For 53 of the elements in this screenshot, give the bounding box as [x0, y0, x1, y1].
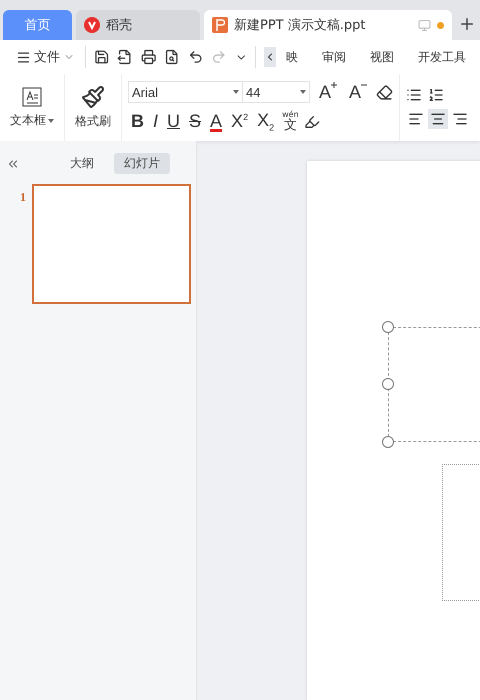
tab-label: 新建PPT 演示文稿.ppt — [234, 17, 366, 34]
undo-icon[interactable] — [188, 49, 204, 65]
print-preview-icon[interactable] — [164, 49, 180, 65]
ribbon-tab[interactable]: 开发工具 — [416, 46, 468, 68]
plus-icon — [331, 82, 338, 88]
slide-number: 1 — [20, 190, 26, 206]
eraser-icon[interactable] — [376, 84, 394, 100]
resize-handle[interactable] — [382, 378, 394, 390]
docer-logo-icon — [84, 17, 100, 33]
resize-handle[interactable] — [382, 436, 394, 448]
underline-button[interactable]: U — [164, 111, 184, 132]
presentation-file-icon — [212, 17, 228, 33]
export-icon[interactable] — [117, 49, 133, 65]
format-painter-button[interactable]: 格式刷 — [65, 85, 121, 130]
slide-thumbnail[interactable] — [32, 184, 191, 304]
tab-label: 稻壳 — [106, 17, 132, 34]
document-tab[interactable]: 新建PPT 演示文稿.ppt — [204, 10, 452, 40]
ribbon-tab[interactable]: 映 — [284, 46, 300, 68]
highlighter-icon[interactable] — [304, 114, 320, 130]
bullet-list-icon[interactable] — [406, 86, 422, 102]
font-size-select[interactable]: 44 — [242, 81, 310, 103]
strikethrough-button[interactable]: S — [186, 111, 204, 132]
document-tab[interactable]: 稻壳 — [76, 10, 200, 40]
superscript-button[interactable]: X$^{2}$ — [228, 111, 252, 132]
ribbon-tab[interactable]: 审阅 — [320, 46, 348, 68]
file-menu-button[interactable]: 文件 — [14, 46, 77, 68]
plus-icon — [458, 15, 476, 33]
pane-tab[interactable]: 幻灯片 — [114, 153, 170, 174]
text-box-icon — [21, 86, 43, 108]
ribbon-tab[interactable]: 视图 — [368, 46, 396, 68]
pinyin-button[interactable]: wén 文 — [280, 109, 301, 134]
bold-button[interactable]: B — [128, 111, 147, 132]
italic-button[interactable]: I — [150, 111, 162, 132]
scroll-left-button[interactable] — [264, 47, 276, 67]
print-icon[interactable] — [140, 49, 156, 65]
font-color-button[interactable]: A — [207, 111, 226, 132]
menu-icon — [16, 50, 31, 64]
tab-label: 首页 — [24, 17, 50, 34]
align-button[interactable] — [428, 108, 448, 128]
minus-icon — [361, 82, 368, 88]
font-select[interactable]: Arial — [128, 81, 243, 103]
paintbrush-icon — [81, 85, 105, 109]
pane-tab[interactable]: 大纲 — [60, 153, 104, 174]
numbered-list-icon[interactable] — [428, 86, 444, 102]
save-icon[interactable] — [94, 49, 110, 65]
subscript-button[interactable]: X$_{2}$ — [254, 110, 278, 133]
caret-icon — [48, 118, 54, 122]
caret-icon — [233, 90, 239, 94]
grow-font-button[interactable]: A — [316, 82, 340, 102]
caret-icon — [300, 90, 306, 94]
shrink-font-button[interactable]: A — [346, 82, 370, 102]
text-box-button[interactable]: 文本框 — [0, 74, 64, 141]
resize-handle[interactable] — [382, 321, 394, 333]
